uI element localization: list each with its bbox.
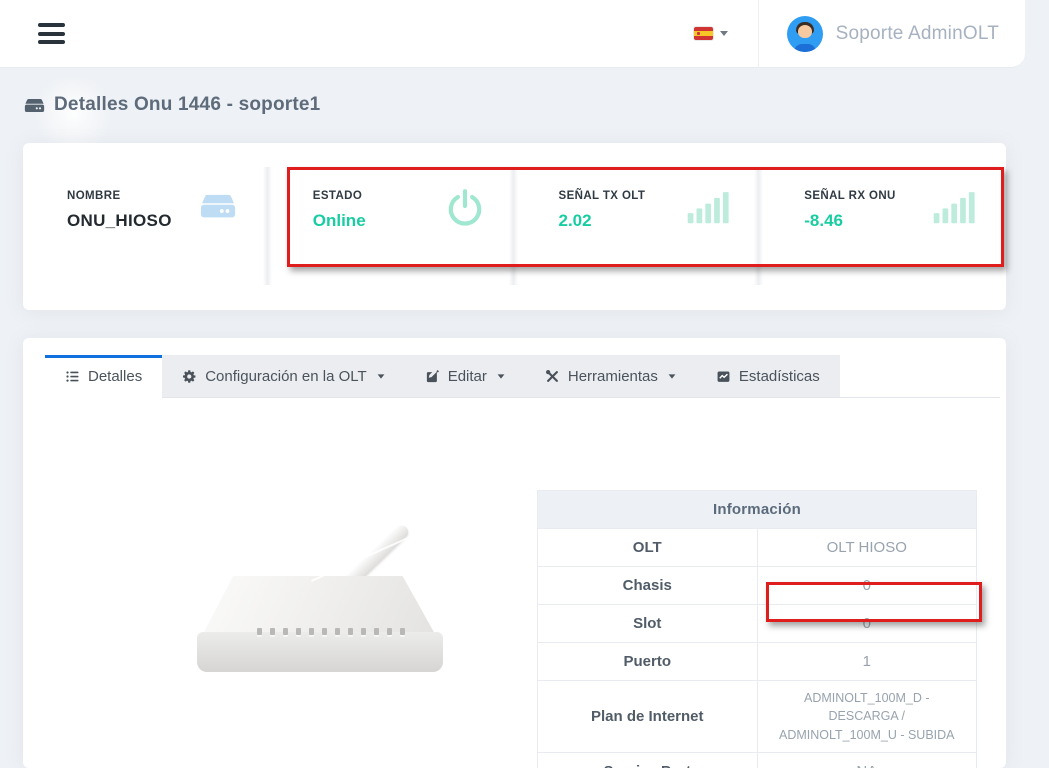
table-row: OLT OLT HIOSO xyxy=(538,529,977,567)
language-selector[interactable] xyxy=(664,27,758,40)
tab-bar-filler xyxy=(840,355,1000,398)
row-label: Plan de Internet xyxy=(538,681,758,753)
row-value: 0 xyxy=(757,605,977,643)
tab-label: Configuración en la OLT xyxy=(205,368,366,385)
chart-line-icon xyxy=(716,369,731,384)
chevron-down-icon xyxy=(720,31,728,36)
topbar: Soporte AdminOLT xyxy=(0,0,1025,68)
table-row: Chasis 0 xyxy=(538,567,977,605)
user-menu[interactable]: Soporte AdminOLT xyxy=(758,0,999,68)
table-row: Slot 0 xyxy=(538,605,977,643)
user-name: Soporte AdminOLT xyxy=(836,23,999,45)
tab-configuracion-olt[interactable]: Configuración en la OLT xyxy=(162,355,404,398)
page-title: Detalles Onu 1446 - soporte1 xyxy=(24,94,320,116)
puerto-value: 1 xyxy=(757,643,977,681)
table-header: Información xyxy=(538,491,977,529)
tab-estadisticas[interactable]: Estadísticas xyxy=(696,355,840,398)
tab-label: Herramientas xyxy=(568,368,658,385)
router-top xyxy=(203,576,435,634)
tab-detalles[interactable]: Detalles xyxy=(45,355,162,398)
tools-icon xyxy=(545,369,560,384)
row-label: Slot xyxy=(538,605,758,643)
row-label: Service Port xyxy=(538,753,758,768)
table-row: Plan de Internet ADMINOLT_100M_D - DESCA… xyxy=(538,681,977,753)
list-icon xyxy=(65,369,80,384)
power-icon xyxy=(445,187,485,229)
chevron-down-icon xyxy=(497,374,504,378)
user-avatar xyxy=(787,16,823,52)
row-value: NA xyxy=(757,753,977,768)
row-label: OLT xyxy=(538,529,758,567)
tab-editar[interactable]: Editar xyxy=(405,355,525,398)
tab-label: Detalles xyxy=(88,368,142,385)
hdd-icon xyxy=(197,187,239,225)
chevron-down-icon xyxy=(669,374,676,378)
gear-icon xyxy=(182,369,197,384)
router-leds xyxy=(257,628,407,635)
tab-label: Editar xyxy=(448,368,487,385)
row-value: 0 xyxy=(757,567,977,605)
row-label: Chasis xyxy=(538,567,758,605)
page-title-text: Detalles Onu 1446 - soporte1 xyxy=(54,94,320,116)
detalles-tab-content: Información OLT OLT HIOSO Chasis 0 Slot … xyxy=(23,398,1006,767)
table-row: Service Port NA xyxy=(538,753,977,768)
row-label: Puerto xyxy=(538,643,758,681)
onu-details-page: Soporte AdminOLT Detalles Onu 1446 - sop… xyxy=(0,0,1049,768)
tab-label: Estadísticas xyxy=(739,368,820,385)
row-value: OLT HIOSO xyxy=(757,529,977,567)
stat-senal-rx-onu: SEÑAL RX ONU -8.46 xyxy=(760,143,1006,310)
router-front xyxy=(197,632,443,672)
table-row: Puerto 1 xyxy=(538,643,977,681)
edit-icon xyxy=(425,369,440,384)
signal-bars-icon xyxy=(932,187,976,229)
signal-bars-icon xyxy=(686,187,730,229)
onu-device-image xyxy=(191,476,451,676)
server-icon xyxy=(24,95,45,116)
stat-senal-tx-olt: SEÑAL TX OLT 2.02 xyxy=(515,143,761,310)
chevron-down-icon xyxy=(377,374,384,378)
stat-nombre: NOMBRE ONU_HIOSO xyxy=(23,143,269,310)
tab-herramientas[interactable]: Herramientas xyxy=(525,355,696,398)
spain-flag-icon xyxy=(694,27,713,40)
row-value: ADMINOLT_100M_D - DESCARGA / ADMINOLT_10… xyxy=(757,681,977,753)
hamburger-menu-icon[interactable] xyxy=(38,23,65,44)
tab-bar: Detalles Configuración en la OLT Editar xyxy=(45,355,1000,398)
stat-estado: ESTADO Online xyxy=(269,143,515,310)
onu-details-card: Detalles Configuración en la OLT Editar xyxy=(23,338,1006,768)
onu-summary-card: NOMBRE ONU_HIOSO ESTADO Online xyxy=(23,143,1006,310)
informacion-table: Información OLT OLT HIOSO Chasis 0 Slot … xyxy=(537,490,977,768)
